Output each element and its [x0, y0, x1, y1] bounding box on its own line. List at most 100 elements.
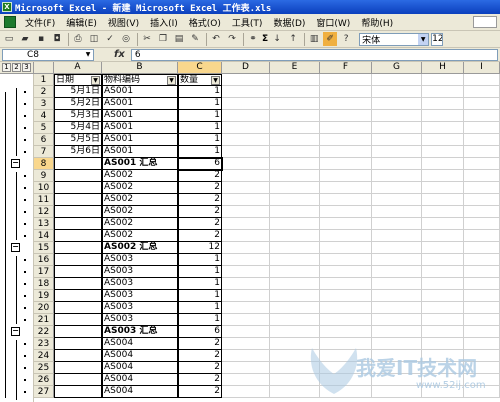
cell-h[interactable] [422, 362, 464, 374]
cell-i[interactable] [464, 86, 500, 98]
menu-format[interactable]: 格式(O) [184, 16, 227, 29]
cell-g[interactable] [372, 134, 422, 146]
cell-e[interactable] [270, 374, 320, 386]
cell-g[interactable] [372, 278, 422, 290]
cell-c[interactable]: 数量 ▼ [178, 74, 222, 86]
row-header[interactable]: 22 [34, 326, 54, 338]
insert-function-icon[interactable]: fx [114, 49, 125, 60]
menu-view[interactable]: 视图(V) [103, 16, 145, 29]
cell-c[interactable]: 2 [178, 374, 222, 386]
cell-f[interactable] [320, 386, 372, 398]
row-header[interactable]: 3 [34, 98, 54, 110]
cell-g[interactable] [372, 98, 422, 110]
chevron-down-icon[interactable]: ▼ [83, 50, 93, 60]
cell-b[interactable]: AS003 [102, 266, 178, 278]
cell-h[interactable] [422, 266, 464, 278]
row-header[interactable]: 24 [34, 350, 54, 362]
cell-d[interactable] [222, 374, 270, 386]
cell-c[interactable]: 2 [178, 182, 222, 194]
cell-d[interactable] [222, 314, 270, 326]
cell-f[interactable] [320, 98, 372, 110]
cell-g[interactable] [372, 86, 422, 98]
cell-g[interactable] [372, 182, 422, 194]
outline-level-2-button[interactable]: 2 [12, 63, 21, 72]
menu-insert[interactable]: 插入(I) [145, 16, 184, 29]
cell-a[interactable] [54, 290, 102, 302]
outline-level-3-button[interactable]: 3 [22, 63, 31, 72]
cell-i[interactable] [464, 230, 500, 242]
cell-i[interactable] [464, 326, 500, 338]
cell-d[interactable] [222, 194, 270, 206]
cell-g[interactable] [372, 146, 422, 158]
cell-h[interactable] [422, 182, 464, 194]
cell-i[interactable] [464, 350, 500, 362]
save-icon[interactable]: ▪ [34, 32, 48, 46]
cell-i[interactable] [464, 290, 500, 302]
cell-g[interactable] [372, 218, 422, 230]
copy-icon[interactable]: ❐ [156, 32, 170, 46]
cell-f[interactable] [320, 290, 372, 302]
cell-c[interactable]: 1 [178, 134, 222, 146]
cell-i[interactable] [464, 374, 500, 386]
cell-i[interactable] [464, 362, 500, 374]
cell-g[interactable] [372, 194, 422, 206]
row-header[interactable]: 15 [34, 242, 54, 254]
cell-a[interactable]: 日期 ▼ [54, 74, 102, 86]
cell-a[interactable] [54, 230, 102, 242]
menu-tools[interactable]: 工具(T) [227, 16, 269, 29]
cell-c[interactable]: 1 [178, 86, 222, 98]
cell-a[interactable]: 5月1日 [54, 86, 102, 98]
cell-h[interactable] [422, 338, 464, 350]
cell-d[interactable] [222, 230, 270, 242]
cell-b[interactable]: AS001 [102, 134, 178, 146]
cell-i[interactable] [464, 242, 500, 254]
cell-g[interactable] [372, 302, 422, 314]
cell-b[interactable]: AS003 [102, 290, 178, 302]
cell-e[interactable] [270, 86, 320, 98]
cell-d[interactable] [222, 206, 270, 218]
cell-h[interactable] [422, 230, 464, 242]
cell-a[interactable] [54, 302, 102, 314]
row-header[interactable]: 7 [34, 146, 54, 158]
cell-h[interactable] [422, 98, 464, 110]
cell-c[interactable]: 2 [178, 170, 222, 182]
research-icon[interactable]: ◎ [119, 32, 133, 46]
cell-b[interactable]: AS004 [102, 338, 178, 350]
cell-f[interactable] [320, 374, 372, 386]
row-header[interactable]: 23 [34, 338, 54, 350]
sort-descending-icon[interactable]: ↑ [286, 32, 300, 46]
cell-h[interactable] [422, 218, 464, 230]
cell-g[interactable] [372, 74, 422, 86]
cell-i[interactable] [464, 206, 500, 218]
cell-e[interactable] [270, 158, 320, 170]
cell-i[interactable] [464, 134, 500, 146]
cell-f[interactable] [320, 302, 372, 314]
cell-h[interactable] [422, 74, 464, 86]
cell-d[interactable] [222, 74, 270, 86]
cell-g[interactable] [372, 254, 422, 266]
cell-f[interactable] [320, 146, 372, 158]
column-header-e[interactable]: E [270, 62, 320, 74]
cell-h[interactable] [422, 350, 464, 362]
cell-d[interactable] [222, 278, 270, 290]
cell-a[interactable] [54, 194, 102, 206]
cell-e[interactable] [270, 194, 320, 206]
cell-a[interactable]: 5月5日 [54, 134, 102, 146]
cell-c[interactable]: 2 [178, 218, 222, 230]
row-header[interactable]: 27 [34, 386, 54, 398]
cell-e[interactable] [270, 182, 320, 194]
cell-a[interactable] [54, 278, 102, 290]
cell-d[interactable] [222, 290, 270, 302]
autofilter-dropdown-icon[interactable]: ▼ [211, 76, 220, 85]
cell-d[interactable] [222, 98, 270, 110]
cell-h[interactable] [422, 242, 464, 254]
column-header-a[interactable]: A [54, 62, 102, 74]
cell-d[interactable] [222, 122, 270, 134]
column-header-f[interactable]: F [320, 62, 372, 74]
cell-g[interactable] [372, 122, 422, 134]
outline-collapse-button[interactable]: − [11, 327, 20, 336]
cell-e[interactable] [270, 206, 320, 218]
cell-f[interactable] [320, 362, 372, 374]
cell-c[interactable]: 2 [178, 206, 222, 218]
cell-b[interactable]: AS002 [102, 194, 178, 206]
